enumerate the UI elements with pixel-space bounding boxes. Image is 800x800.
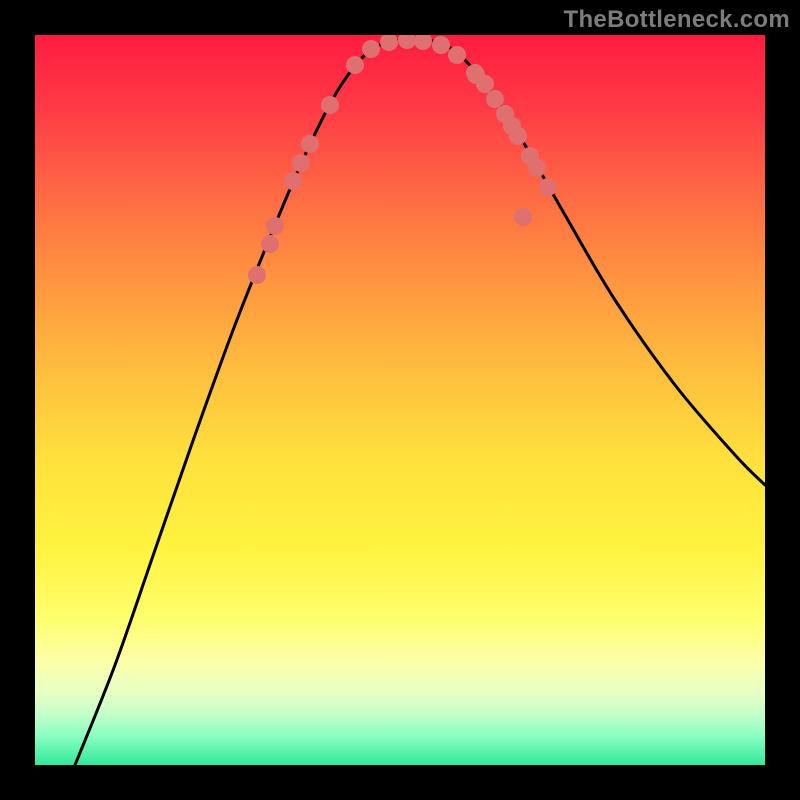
curve-dot xyxy=(539,178,557,196)
curve-dot xyxy=(486,90,504,108)
bottleneck-curve-layer xyxy=(35,35,765,765)
bottleneck-curve xyxy=(75,39,765,765)
curve-dot xyxy=(346,56,364,74)
curve-dot xyxy=(509,127,527,145)
curve-dot xyxy=(398,35,416,49)
curve-dot xyxy=(301,135,319,153)
curve-dot xyxy=(476,75,494,93)
curve-dots xyxy=(248,35,557,284)
curve-dot xyxy=(284,172,302,190)
bottleneck-curve-path xyxy=(75,39,765,765)
curve-dot xyxy=(514,208,532,226)
curve-dot xyxy=(448,46,466,64)
watermark-text: TheBottleneck.com xyxy=(564,6,790,34)
curve-dot xyxy=(321,96,339,114)
curve-dot xyxy=(261,235,279,253)
chart-frame xyxy=(35,35,765,765)
curve-dot xyxy=(362,40,380,58)
curve-dot xyxy=(248,266,266,284)
curve-dot xyxy=(528,159,546,177)
curve-dot xyxy=(432,36,450,54)
curve-dot xyxy=(292,154,310,172)
curve-dot xyxy=(380,35,398,51)
curve-dot xyxy=(414,35,432,50)
curve-dot xyxy=(266,217,284,235)
